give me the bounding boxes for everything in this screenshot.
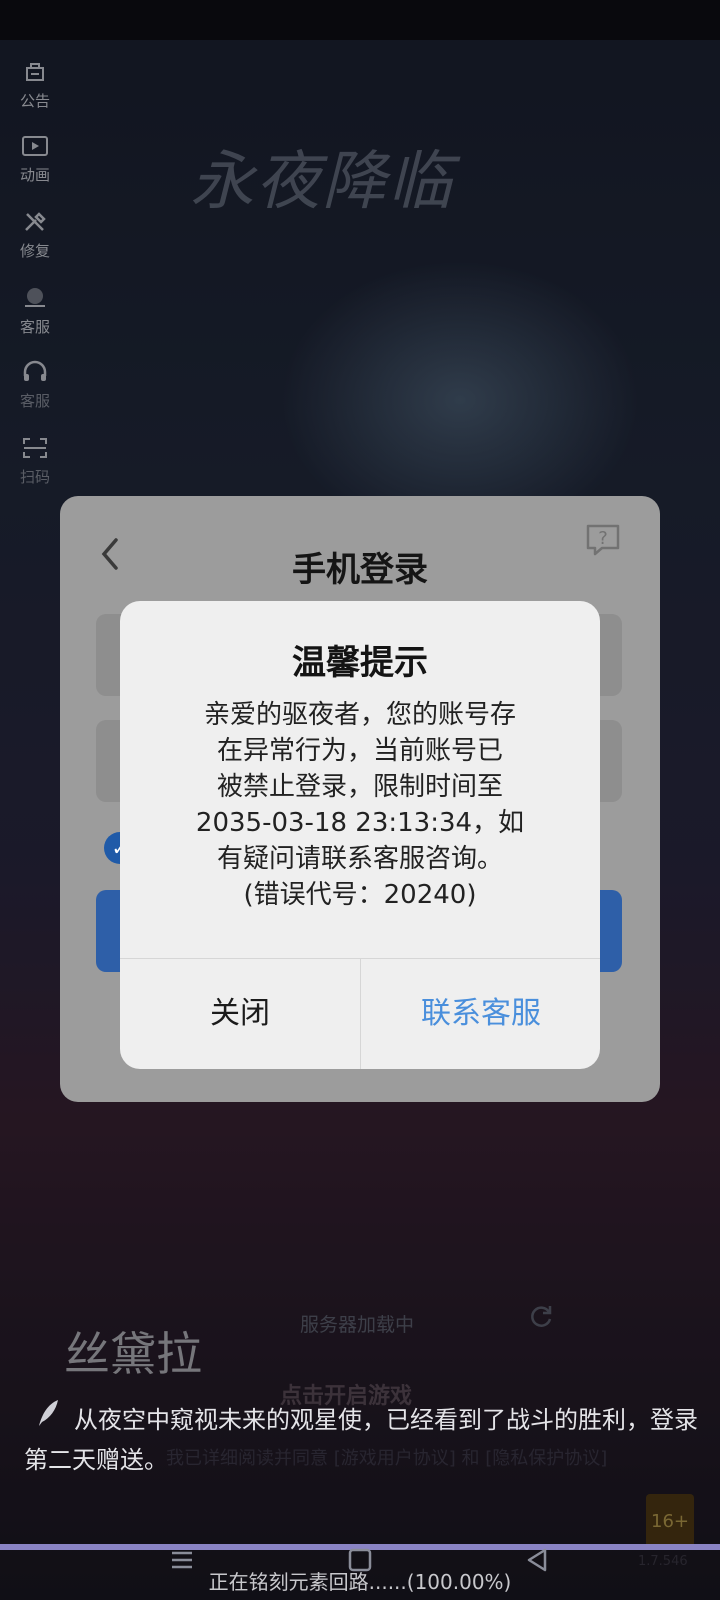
dialog-title: 温馨提示 <box>292 643 428 683</box>
menu-lines-icon[interactable] <box>162 1540 202 1580</box>
login-title: 手机登录 <box>292 550 428 590</box>
dialog-message: 亲爱的驱夜者，您的账号存 在异常行为，当前账号已 被禁止登录，限制时间至 203… <box>195 700 525 910</box>
system-navigation-bar <box>0 1540 720 1580</box>
help-question-icon[interactable]: ? <box>584 522 622 558</box>
warning-dialog: 温馨提示 亲爱的驱夜者，您的账号存 在异常行为，当前账号已 被禁止登录，限制时间… <box>120 601 600 1069</box>
home-square-icon[interactable] <box>340 1540 380 1580</box>
feather-icon <box>36 1398 60 1440</box>
tip-notice: 从夜空中窥视未来的观星使，已经看到了战斗的胜利，登录第二天赠送。 <box>24 1398 704 1480</box>
contact-support-button[interactable]: 联系客服 <box>361 959 600 1069</box>
back-triangle-icon[interactable] <box>518 1540 558 1580</box>
tip-notice-text: 从夜空中窥视未来的观星使，已经看到了战斗的胜利，登录第二天赠送。 <box>24 1406 698 1474</box>
svg-text:?: ? <box>598 528 608 549</box>
close-button[interactable]: 关闭 <box>120 959 360 1069</box>
